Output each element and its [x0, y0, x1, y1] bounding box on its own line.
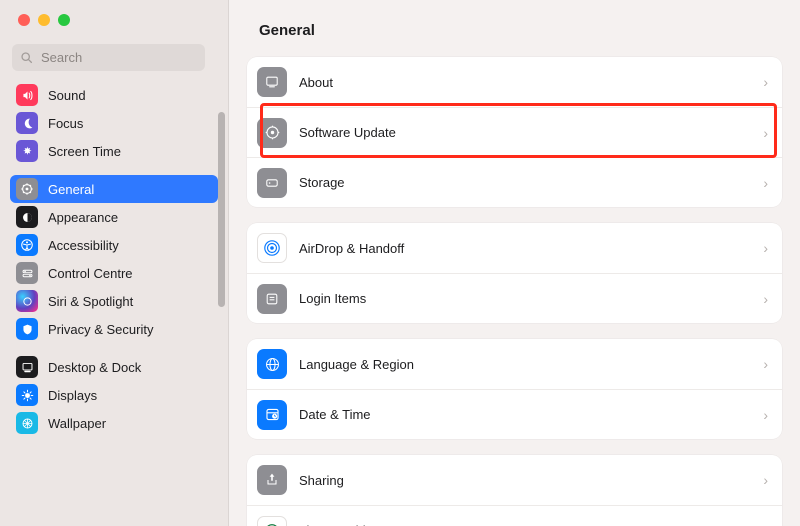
- row-label: Software Update: [299, 125, 751, 140]
- page-title: General: [229, 22, 800, 57]
- software-update-icon: [257, 118, 287, 148]
- language-region-icon: [257, 349, 287, 379]
- row-label: Language & Region: [299, 357, 751, 372]
- sound-icon: [16, 84, 38, 106]
- sidebar-item-label: Desktop & Dock: [48, 360, 141, 375]
- chevron-right-icon: ›: [763, 472, 768, 488]
- fullscreen-window-button[interactable]: [58, 14, 70, 26]
- panel-connectivity: AirDrop & Handoff › Login Items ›: [247, 223, 782, 323]
- accessibility-icon: [16, 234, 38, 256]
- sidebar-item-appearance[interactable]: Appearance: [10, 203, 218, 231]
- siri-icon: [16, 290, 38, 312]
- chevron-right-icon: ›: [763, 74, 768, 90]
- sidebar-item-siri-spotlight[interactable]: Siri & Spotlight: [10, 287, 218, 315]
- sidebar-item-focus[interactable]: Focus: [10, 109, 218, 137]
- gear-icon: [16, 178, 38, 200]
- sidebar-item-label: Displays: [48, 388, 97, 403]
- search-input[interactable]: [39, 49, 219, 66]
- sidebar-item-label: Focus: [48, 116, 83, 131]
- sidebar: Sound Focus Screen Time General: [0, 0, 229, 526]
- panel-sharing: Sharing › Time Machine ›: [247, 455, 782, 526]
- sidebar-item-control-centre[interactable]: Control Centre: [10, 259, 218, 287]
- sidebar-item-label: Control Centre: [48, 266, 133, 281]
- sidebar-item-privacy-security[interactable]: Privacy & Security: [10, 315, 218, 343]
- row-sharing[interactable]: Sharing ›: [247, 455, 782, 505]
- focus-icon: [16, 112, 38, 134]
- row-label: About: [299, 75, 751, 90]
- row-language-region[interactable]: Language & Region ›: [247, 339, 782, 389]
- chevron-right-icon: ›: [763, 291, 768, 307]
- panel-general-info: About › Software Update › Storage ›: [247, 57, 782, 207]
- chevron-right-icon: ›: [763, 407, 768, 423]
- row-about[interactable]: About ›: [247, 57, 782, 107]
- chevron-right-icon: ›: [763, 125, 768, 141]
- sidebar-item-label: Accessibility: [48, 238, 119, 253]
- appearance-icon: [16, 206, 38, 228]
- row-label: Sharing: [299, 473, 751, 488]
- minimize-window-button[interactable]: [38, 14, 50, 26]
- privacy-icon: [16, 318, 38, 340]
- row-label: Date & Time: [299, 407, 751, 422]
- wallpaper-icon: [16, 412, 38, 434]
- row-label: Login Items: [299, 291, 751, 306]
- sidebar-scrollbar[interactable]: [218, 112, 225, 307]
- sharing-icon: [257, 465, 287, 495]
- sidebar-item-label: Privacy & Security: [48, 322, 153, 337]
- row-login-items[interactable]: Login Items ›: [247, 273, 782, 323]
- sidebar-item-label: Appearance: [48, 210, 118, 225]
- displays-icon: [16, 384, 38, 406]
- chevron-right-icon: ›: [763, 356, 768, 372]
- row-time-machine[interactable]: Time Machine ›: [247, 505, 782, 526]
- window-controls: [0, 0, 228, 26]
- sidebar-item-wallpaper[interactable]: Wallpaper: [10, 409, 218, 437]
- sidebar-list: Sound Focus Screen Time General: [0, 75, 228, 526]
- sidebar-item-label: Siri & Spotlight: [48, 294, 133, 309]
- login-items-icon: [257, 284, 287, 314]
- main-pane: General About › Software Update ›: [229, 0, 800, 526]
- control-centre-icon: [16, 262, 38, 284]
- panel-area: About › Software Update › Storage ›: [229, 57, 800, 526]
- row-label: AirDrop & Handoff: [299, 241, 751, 256]
- sidebar-item-sound[interactable]: Sound: [10, 81, 218, 109]
- row-software-update[interactable]: Software Update ›: [247, 107, 782, 157]
- row-airdrop-handoff[interactable]: AirDrop & Handoff ›: [247, 223, 782, 273]
- desktop-dock-icon: [16, 356, 38, 378]
- row-date-time[interactable]: Date & Time ›: [247, 389, 782, 439]
- search-field[interactable]: [12, 44, 205, 71]
- airdrop-icon: [257, 233, 287, 263]
- sidebar-item-accessibility[interactable]: Accessibility: [10, 231, 218, 259]
- date-time-icon: [257, 400, 287, 430]
- sidebar-item-label: General: [48, 182, 94, 197]
- sidebar-item-desktop-dock[interactable]: Desktop & Dock: [10, 353, 218, 381]
- search-icon: [20, 51, 39, 64]
- panel-locale: Language & Region › Date & Time ›: [247, 339, 782, 439]
- chevron-right-icon: ›: [763, 240, 768, 256]
- about-icon: [257, 67, 287, 97]
- chevron-right-icon: ›: [763, 175, 768, 191]
- sidebar-item-label: Sound: [48, 88, 86, 103]
- sidebar-item-label: Wallpaper: [48, 416, 106, 431]
- storage-icon: [257, 168, 287, 198]
- time-machine-icon: [257, 516, 287, 526]
- row-label: Storage: [299, 175, 751, 190]
- close-window-button[interactable]: [18, 14, 30, 26]
- sidebar-item-label: Screen Time: [48, 144, 121, 159]
- row-storage[interactable]: Storage ›: [247, 157, 782, 207]
- sidebar-item-screen-time[interactable]: Screen Time: [10, 137, 218, 165]
- sidebar-item-general[interactable]: General: [10, 175, 218, 203]
- chevron-right-icon: ›: [763, 523, 768, 526]
- sidebar-item-displays[interactable]: Displays: [10, 381, 218, 409]
- search-wrap: [0, 26, 228, 75]
- screen-time-icon: [16, 140, 38, 162]
